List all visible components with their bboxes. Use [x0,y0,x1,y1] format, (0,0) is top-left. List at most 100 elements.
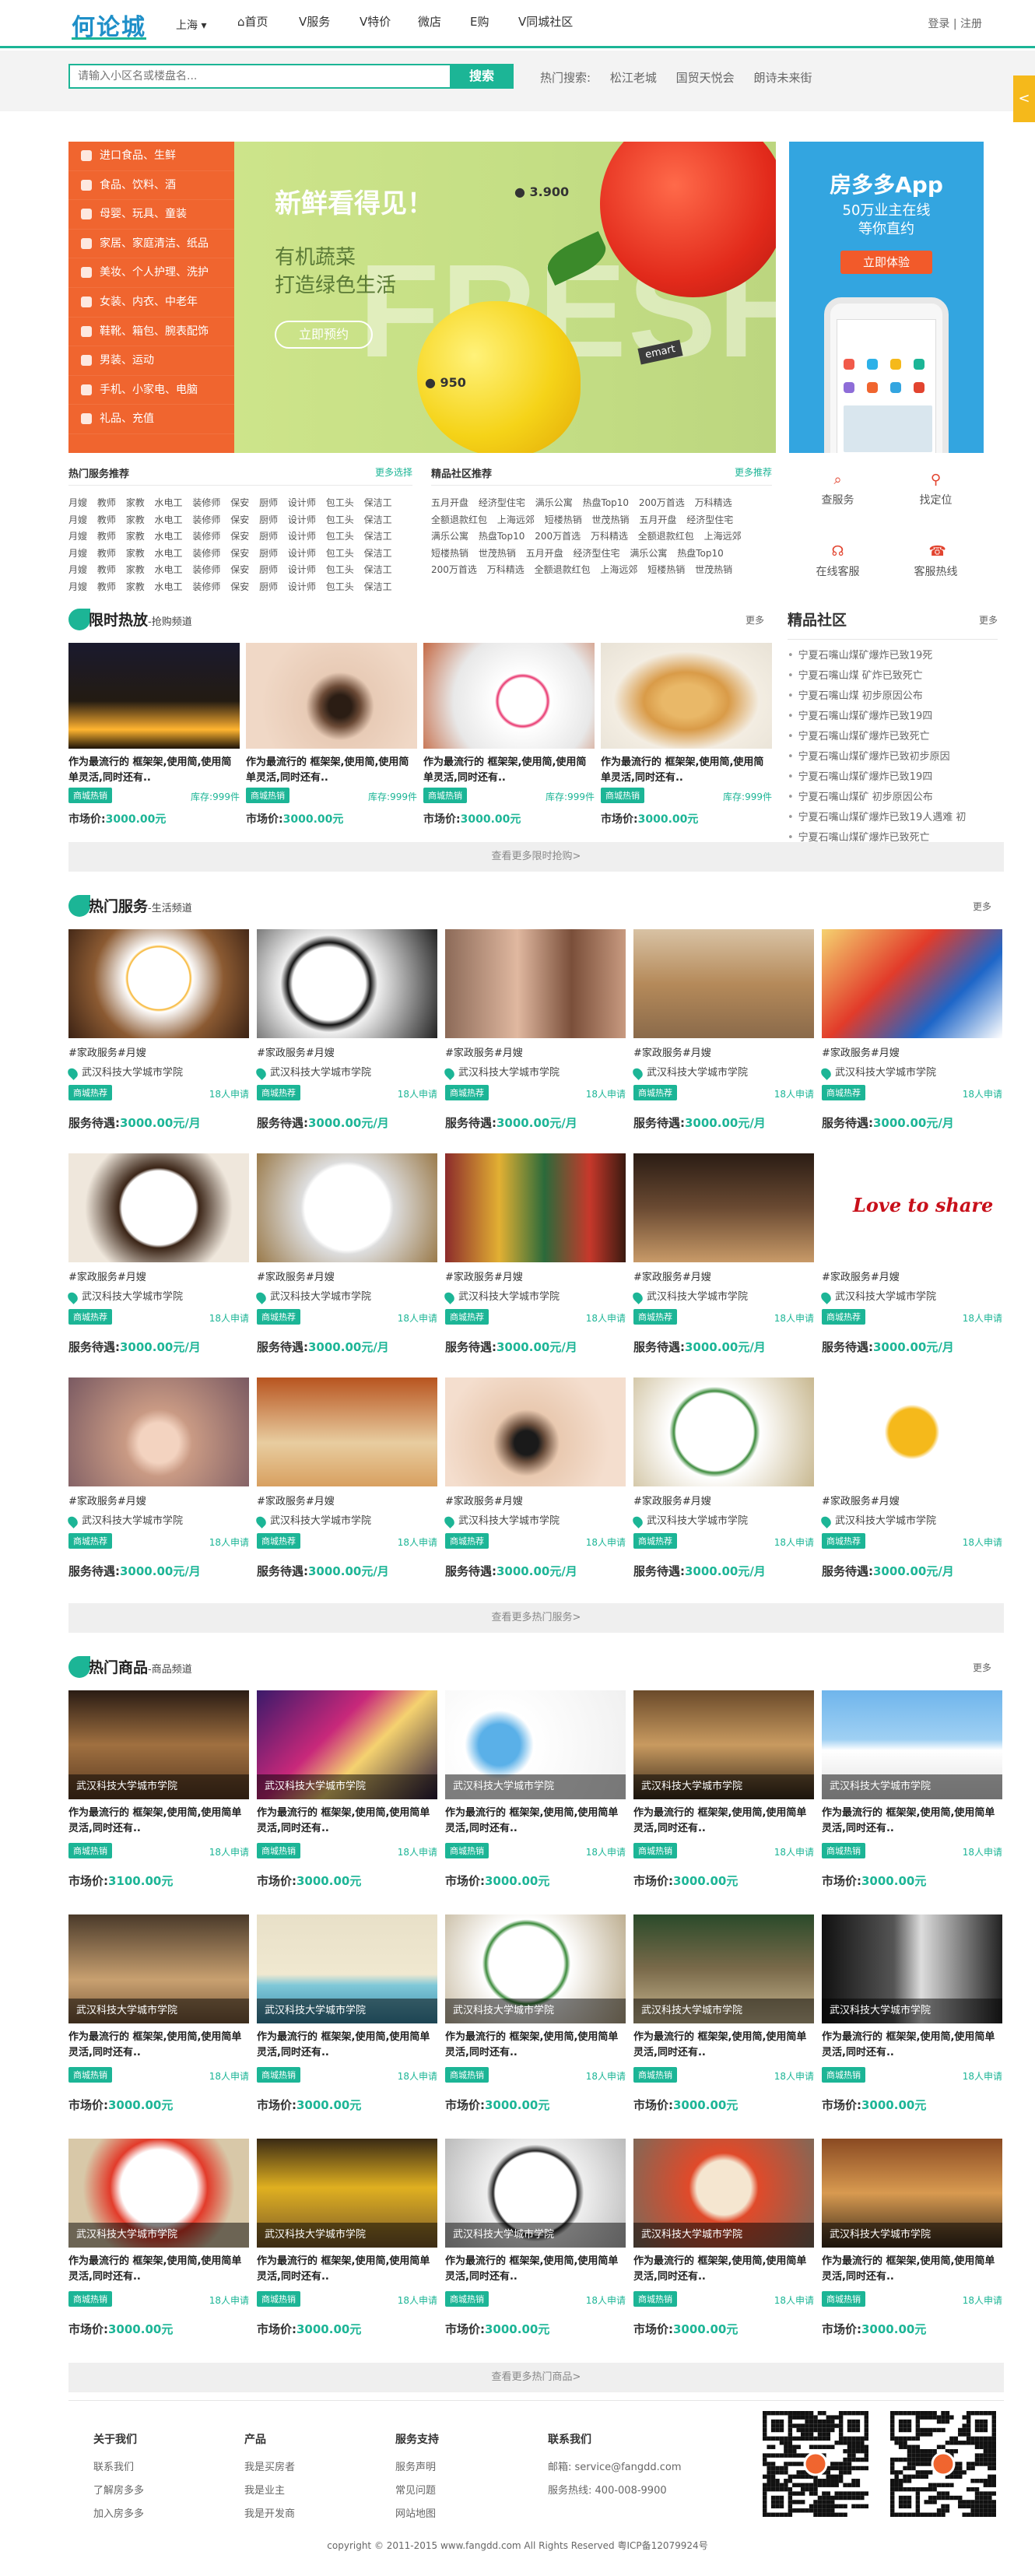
category-item[interactable]: 礼品、充值 [68,405,234,434]
email-value[interactable]: service@fangdd.com [575,2462,682,2473]
goods-image[interactable]: 武汉科技大学城市学院 [68,1690,249,1799]
tag-link[interactable]: 厨师 [259,531,278,542]
community-post-link[interactable]: 宁夏石嘴山煤 矿炸已致死亡 [788,666,998,686]
app-ad[interactable]: 房多多App 50万业主在线 等你直约 立即体验 [789,142,984,453]
tag-link[interactable]: 水电工 [155,531,183,542]
goods-desc[interactable]: 作为最流行的 框架架,使用简,使用简单灵活,同时还有.. [445,2030,626,2061]
tag-link[interactable]: 教师 [97,514,116,525]
tag-link[interactable]: 包工头 [326,531,354,542]
tag-link[interactable]: 世茂热销 [479,548,516,559]
goods-desc[interactable]: 作为最流行的 框架架,使用简,使用简单灵活,同时还有.. [822,2254,1002,2285]
service-card[interactable]: #家政服务#月嫂 武汉科技大学城市学院 商城热荐 18人申请 服务待遇:3000.00元… [254,929,437,1131]
tag-link[interactable]: 月嫂 [68,548,87,559]
goods-image[interactable]: 武汉科技大学城市学院 [68,2139,249,2248]
goods-desc[interactable]: 作为最流行的 框架架,使用简,使用简单灵活,同时还有.. [68,2254,249,2285]
footer-link[interactable]: 网站地图 [395,2503,439,2526]
tag-link[interactable]: 200万首选 [639,497,685,508]
service-image[interactable] [445,1377,626,1486]
nav-community[interactable]: V同城社区 [518,13,573,30]
service-image[interactable] [633,929,814,1038]
tag-link[interactable]: 设计师 [288,497,316,508]
flash-card[interactable]: 作为最流行的 框架架,使用简,使用简单灵活,同时还有.. 商城热销 库存:999件市… [423,643,595,826]
goods-card[interactable]: 武汉科技大学城市学院 作为最流行的 框架架,使用简,使用简单灵活,同时还有.. 商城… [822,1690,1002,1889]
goods-image[interactable]: 武汉科技大学城市学院 [445,1914,626,2023]
flash-card[interactable]: 作为最流行的 框架架,使用简,使用简单灵活,同时还有.. 商城热销 库存:999件市… [601,643,772,826]
tag-link[interactable]: 装修师 [192,531,220,542]
tag-link[interactable]: 上海远郊 [600,564,637,575]
tag-link[interactable]: 世茂热销 [592,514,630,525]
tag-link[interactable]: 装修师 [192,564,220,575]
service-card[interactable]: #家政服务#月嫂 武汉科技大学城市学院 商城热荐 18人申请 服务待遇:3000.00元… [254,1377,437,1579]
hot-search-term[interactable]: 国贸天悦会 [676,71,735,85]
city-selector[interactable]: 上海 ▾ [176,17,206,33]
goods-card[interactable]: 武汉科技大学城市学院 作为最流行的 框架架,使用简,使用简单灵活,同时还有.. 商城… [257,1914,437,2113]
goods-desc[interactable]: 作为最流行的 框架架,使用简,使用简单灵活,同时还有.. [822,1806,1002,1837]
category-item[interactable]: 美妆、个人护理、洗护 [68,258,234,288]
goods-desc[interactable]: 作为最流行的 框架架,使用简,使用简单灵活,同时还有.. [822,2030,1002,2061]
tag-link[interactable]: 水电工 [155,548,183,559]
tag-link[interactable]: 保安 [230,514,249,525]
tag-link[interactable]: 包工头 [326,548,354,559]
tag-link[interactable]: 家教 [126,497,145,508]
service-image[interactable] [633,1153,814,1262]
goods-card[interactable]: 武汉科技大学城市学院 作为最流行的 框架架,使用简,使用简单灵活,同时还有.. 商城… [257,1690,437,1889]
tag-link[interactable]: 保洁工 [364,581,392,592]
goods-image[interactable]: 武汉科技大学城市学院 [257,1690,437,1799]
goods-image[interactable]: 武汉科技大学城市学院 [257,1914,437,2023]
goods-more[interactable]: 更多 [973,1661,991,1674]
tag-link[interactable]: 设计师 [288,548,316,559]
service-card[interactable]: #家政服务#月嫂 武汉科技大学城市学院 商城热荐 18人申请 服务待遇:3000.00元… [442,1377,626,1579]
nav-microshop[interactable]: 微店 [418,13,441,30]
tag-link[interactable]: 教师 [97,531,116,542]
tag-link[interactable]: 设计师 [288,531,316,542]
goods-desc[interactable]: 作为最流行的 框架架,使用简,使用简单灵活,同时还有.. [68,1806,249,1837]
community-post-link[interactable]: 宁夏石嘴山煤矿爆炸已致死亡 [788,828,998,848]
tag-link[interactable]: 包工头 [326,497,354,508]
flash-sale-more[interactable]: 更多 [746,613,764,626]
footer-link[interactable]: 加入房多多 [93,2503,144,2526]
community-post-link[interactable]: 宁夏石嘴山煤矿爆炸已致死亡 [788,727,998,747]
tag-link[interactable]: 家教 [126,531,145,542]
product-desc[interactable]: 作为最流行的 框架架,使用简,使用简单灵活,同时还有.. [68,755,240,786]
tag-link[interactable]: 万科精选 [591,531,628,542]
service-image[interactable] [822,1377,1002,1486]
nav-vdeal[interactable]: V特价 [360,13,391,30]
goods-card[interactable]: 武汉科技大学城市学院 作为最流行的 框架架,使用简,使用简单灵活,同时还有.. 商城… [257,2139,437,2337]
tag-link[interactable]: 全额退款红包 [638,531,694,542]
tag-link[interactable]: 保安 [230,581,249,592]
tag-link[interactable]: 教师 [97,564,116,575]
tag-link[interactable]: 经济型住宅 [479,497,525,508]
side-float-tab[interactable]: < [1013,75,1035,122]
goods-image[interactable]: 武汉科技大学城市学院 [822,2139,1002,2248]
tag-link[interactable]: 满乐公寓 [431,531,468,542]
service-image[interactable] [257,929,437,1038]
goods-image[interactable]: 武汉科技大学城市学院 [257,2139,437,2248]
category-item[interactable]: 女装、内衣、中老年 [68,288,234,318]
tag-link[interactable]: 教师 [97,497,116,508]
tag-link[interactable]: 万科精选 [695,497,732,508]
service-card[interactable]: #家政服务#月嫂 武汉科技大学城市学院 商城热荐 18人申请 服务待遇:3000.00元… [65,1153,249,1355]
goods-card[interactable]: 武汉科技大学城市学院 作为最流行的 框架架,使用简,使用简单灵活,同时还有.. 商城… [68,1914,249,2113]
tag-link[interactable]: 保洁工 [364,514,392,525]
goods-card[interactable]: 武汉科技大学城市学院 作为最流行的 框架架,使用简,使用简单灵活,同时还有.. 商城… [633,1914,814,2113]
tag-link[interactable]: 200万首选 [535,531,581,542]
tag-link[interactable]: 保洁工 [364,548,392,559]
goods-desc[interactable]: 作为最流行的 框架架,使用简,使用简单灵活,同时还有.. [445,2254,626,2285]
tag-link[interactable]: 满乐公寓 [535,497,573,508]
goods-image[interactable]: 武汉科技大学城市学院 [445,1690,626,1799]
service-card[interactable]: #家政服务#月嫂 武汉科技大学城市学院 商城热荐 18人申请 服务待遇:3000.00元… [65,1377,249,1579]
community-post-link[interactable]: 宁夏石嘴山煤矿爆炸已致19人遇难 初 [788,808,998,828]
service-card[interactable]: Love to share #家政服务#月嫂 武汉科技大学城市学院 商城热荐 18人申请… [819,1153,1002,1355]
tag-link[interactable]: 满乐公寓 [630,548,667,559]
tag-link[interactable]: 家教 [126,581,145,592]
category-item[interactable]: 家居、家庭清洁、纸品 [68,230,234,259]
tag-link[interactable]: 包工头 [326,514,354,525]
service-image[interactable] [257,1377,437,1486]
service-image[interactable]: Love to share [822,1153,1002,1262]
tag-link[interactable]: 经济型住宅 [686,514,733,525]
tag-link[interactable]: 月嫂 [68,531,87,542]
footer-link[interactable]: 我是买房者 [244,2456,295,2479]
hot-search-term[interactable]: 松江老城 [610,71,657,85]
goods-desc[interactable]: 作为最流行的 框架架,使用简,使用简单灵活,同时还有.. [633,1806,814,1837]
quick-link[interactable]: ☊ 在线客服 [789,545,886,579]
